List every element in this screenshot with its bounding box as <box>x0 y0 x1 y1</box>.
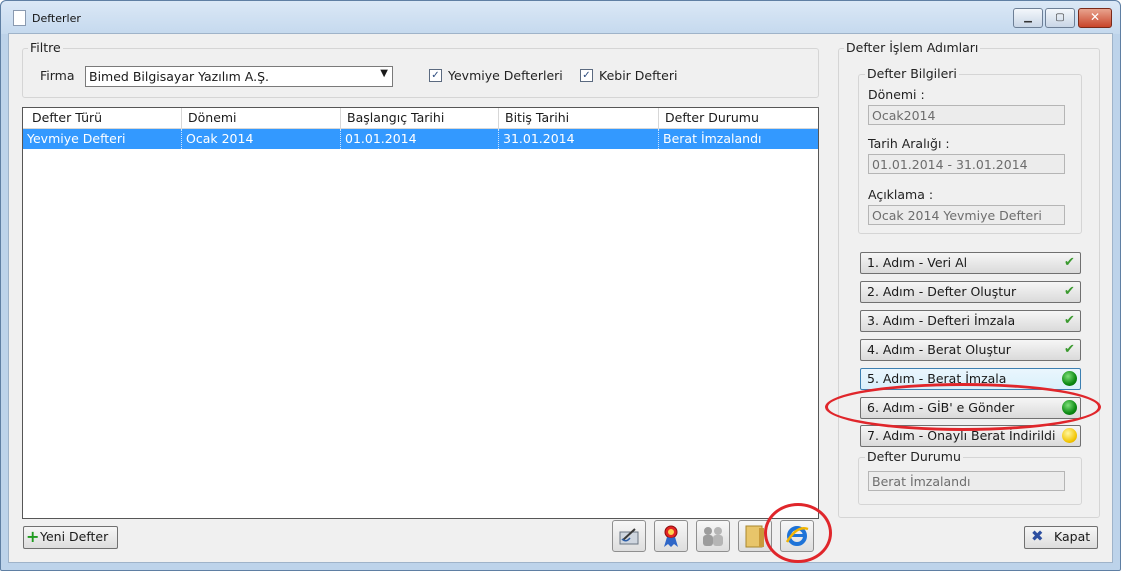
annotation-ellipse-step6 <box>825 383 1101 431</box>
table-row[interactable]: Yevmiye Defteri Ocak 2014 01.01.2014 31.… <box>23 129 818 149</box>
yellow-status-icon <box>1062 428 1077 443</box>
donemi-label: Dönemi : <box>868 87 925 102</box>
close-button-label: Kapat <box>1054 529 1091 544</box>
checkmark-icon: ✔ <box>1064 284 1075 299</box>
close-x-icon: ✖ <box>1031 527 1044 545</box>
window-title: Defterler <box>32 12 81 25</box>
aciklama-label: Açıklama : <box>868 187 934 202</box>
annotation-ellipse-ie <box>764 503 832 563</box>
step-2-button[interactable]: 2. Adım - Defter Oluştur ✔ <box>860 281 1081 303</box>
column-header[interactable]: Defter Türü <box>26 108 182 128</box>
users-button[interactable] <box>696 520 730 552</box>
checkmark-icon: ✔ <box>1064 342 1075 357</box>
step-3-button[interactable]: 3. Adım - Defteri İmzala ✔ <box>860 310 1081 332</box>
tarih-field[interactable]: 01.01.2014 - 31.01.2014 <box>868 154 1065 174</box>
defter-status-title: Defter Durumu <box>865 449 963 464</box>
award-button[interactable] <box>654 520 688 552</box>
table-cell: 31.01.2014 <box>499 129 659 149</box>
close-window-button[interactable]: ✕ <box>1078 8 1112 28</box>
step-label: 1. Adım - Veri Al <box>867 255 968 270</box>
aciklama-field[interactable]: Ocak 2014 Yevmiye Defteri <box>868 205 1065 225</box>
new-defter-label: Yeni Defter <box>40 529 109 544</box>
minimize-icon: ▁ <box>1024 12 1032 23</box>
close-icon: ✕ <box>1089 10 1101 24</box>
minimize-button[interactable]: ▁ <box>1013 8 1043 28</box>
defter-status-field[interactable]: Berat İmzalandı <box>868 471 1065 491</box>
step-label: 2. Adım - Defter Oluştur <box>867 284 1017 299</box>
column-header[interactable]: Bitiş Tarihi <box>499 108 659 128</box>
users-icon <box>703 527 723 546</box>
column-header[interactable]: Defter Durumu <box>659 108 816 128</box>
kebir-checkbox[interactable]: ✓ <box>580 69 593 82</box>
firma-label: Firma <box>40 68 75 83</box>
column-header[interactable]: Dönemi <box>182 108 341 128</box>
checkmark-icon: ✔ <box>1064 313 1075 328</box>
step-1-button[interactable]: 1. Adım - Veri Al ✔ <box>860 252 1081 274</box>
step-label: 4. Adım - Berat Oluştur <box>867 342 1011 357</box>
table-cell: Yevmiye Defteri <box>23 129 182 149</box>
new-defter-button[interactable]: + Yeni Defter <box>23 526 118 549</box>
step-4-button[interactable]: 4. Adım - Berat Oluştur ✔ <box>860 339 1081 361</box>
close-button[interactable]: ✖ Kapat <box>1024 526 1098 549</box>
sign-button[interactable] <box>612 520 646 552</box>
yevmiye-label: Yevmiye Defterleri <box>448 68 563 83</box>
steps-panel-title: Defter İşlem Adımları <box>844 40 981 55</box>
filter-group-label: Filtre <box>28 40 63 55</box>
yevmiye-checkbox[interactable]: ✓ <box>429 69 442 82</box>
green-status-icon <box>1062 371 1077 386</box>
maximize-button[interactable]: ▢ <box>1045 8 1075 28</box>
chevron-down-icon[interactable]: ▼ <box>380 68 388 79</box>
ribbon-award-icon <box>664 525 678 547</box>
defter-table[interactable]: Defter Türü Dönemi Başlangıç Tarihi Biti… <box>22 107 819 519</box>
defter-info-title: Defter Bilgileri <box>865 66 959 81</box>
table-header: Defter Türü Dönemi Başlangıç Tarihi Biti… <box>23 108 818 129</box>
step-label: 3. Adım - Defteri İmzala <box>867 313 1016 328</box>
donemi-field[interactable]: Ocak2014 <box>868 105 1065 125</box>
tarih-label: Tarih Aralığı : <box>868 136 950 151</box>
table-cell: Berat İmzalandı <box>663 131 762 146</box>
plus-icon: + <box>26 527 40 546</box>
maximize-icon: ▢ <box>1055 12 1065 23</box>
kebir-label: Kebir Defteri <box>599 68 678 83</box>
sign-pen-icon <box>619 528 639 545</box>
firma-select[interactable]: Bimed Bilgisayar Yazılım A.Ş. ▼ <box>85 66 393 87</box>
checkmark-icon: ✔ <box>1064 255 1075 270</box>
column-header[interactable]: Başlangıç Tarihi <box>341 108 499 128</box>
window-icon <box>13 10 26 26</box>
table-cell: Ocak 2014 <box>182 129 341 149</box>
table-cell: 01.01.2014 <box>341 129 499 149</box>
title-bar[interactable]: Defterler ▁ ▢ ✕ <box>1 1 1120 34</box>
firma-select-value: Bimed Bilgisayar Yazılım A.Ş. <box>89 69 270 84</box>
